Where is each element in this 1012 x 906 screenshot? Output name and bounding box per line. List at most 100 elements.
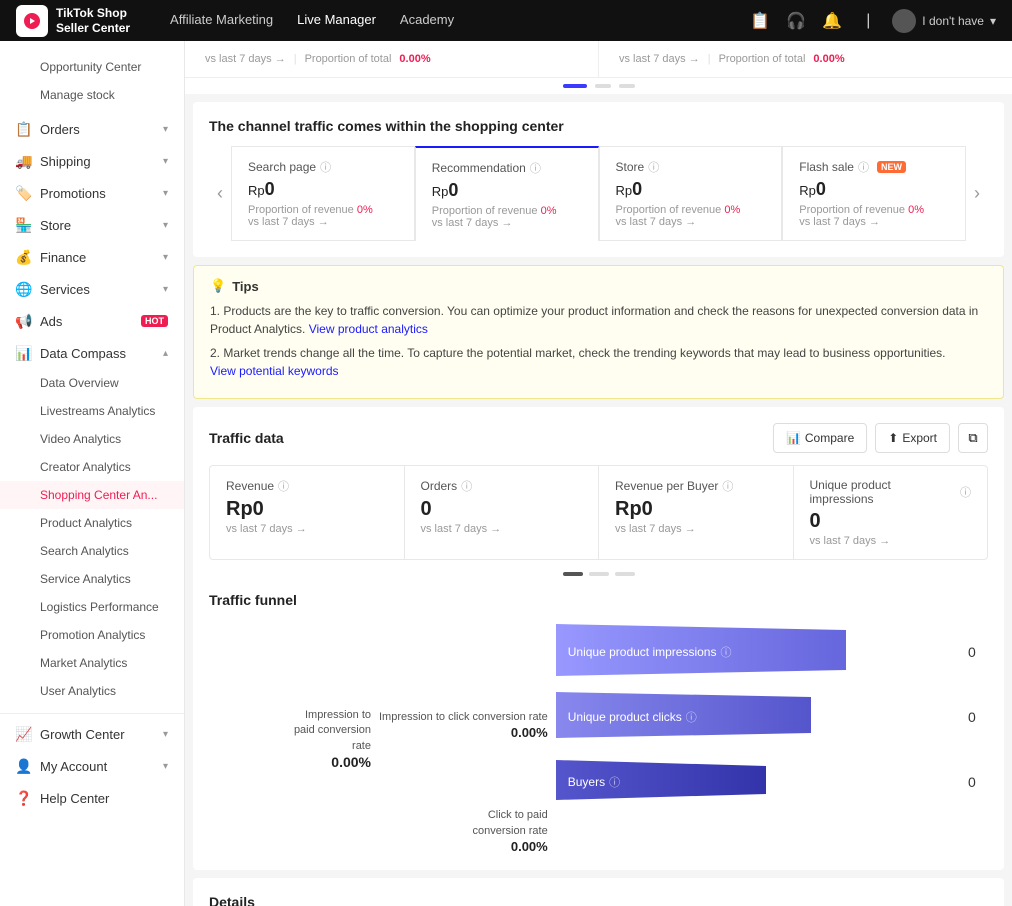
funnel-rate-1: 0.00% (209, 754, 371, 770)
headset-icon[interactable]: 🎧 (784, 9, 808, 33)
dot-indicator-1[interactable] (589, 572, 609, 576)
promotions-icon: 🏷️ (16, 185, 32, 201)
dot-indicators (209, 572, 988, 576)
main-content: vs last 7 days → | Proportion of total 0… (185, 41, 1012, 906)
compare-icon: 📊 (786, 431, 801, 445)
nav-right: 📋 🎧 🔔 | I don't have ▾ (748, 9, 996, 33)
sidebar-item-growth-center[interactable]: 📈 Growth Center ▾ (0, 713, 184, 750)
channel-traffic-title: The channel traffic comes within the sho… (209, 118, 988, 134)
sidebar-item-shipping[interactable]: 🚚 Shipping ▾ (0, 145, 184, 177)
channel-tab-flashsale[interactable]: Flash sale ⓘ NEW Rp0 Proportion of reven… (782, 146, 966, 241)
logo-area[interactable]: TikTok Shop Seller Center (16, 5, 130, 37)
sidebar-item-logistics-performance[interactable]: Logistics Performance (0, 593, 184, 621)
channel-next-arrow[interactable]: › (966, 146, 988, 241)
store-vs: vs last 7 days → (616, 216, 766, 228)
rec-vs: vs last 7 days → (432, 217, 582, 229)
chevron-down-icon: ▾ (990, 14, 996, 28)
bell-icon[interactable]: 🔔 (820, 9, 844, 33)
store-tab-info-icon[interactable]: ⓘ (648, 159, 659, 175)
sidebar-item-data-compass[interactable]: 📊 Data Compass ▴ (0, 337, 184, 369)
sidebar-item-promotions[interactable]: 🏷️ Promotions ▾ (0, 177, 184, 209)
sidebar-item-service-analytics[interactable]: Service Analytics (0, 565, 184, 593)
orders-label: Orders (421, 479, 458, 493)
data-compass-chevron-icon: ▴ (163, 348, 168, 359)
rec-info-icon[interactable]: ⓘ (530, 160, 541, 176)
sidebar-item-livestreams-analytics[interactable]: Livestreams Analytics (0, 397, 184, 425)
funnel-main-layout: Impression to click conversion rate 0.00… (379, 624, 988, 854)
notification-icon[interactable]: 📋 (748, 9, 772, 33)
channel-prev-arrow[interactable]: ‹ (209, 146, 231, 241)
rec-proportion: Proportion of revenue 0% (432, 205, 557, 217)
channel-tab-search[interactable]: Search page ⓘ Rp0 Proportion of revenue … (231, 146, 415, 241)
funnel-bar-3-label: Buyers ⓘ (568, 774, 620, 790)
view-potential-keywords-link[interactable]: View potential keywords (210, 364, 339, 378)
sidebar-item-shopping-center-an[interactable]: Shopping Center An... (0, 481, 184, 509)
nav-links: Affiliate Marketing Live Manager Academy (170, 8, 724, 33)
growth-center-icon: 📈 (16, 726, 32, 742)
flash-info-icon[interactable]: ⓘ (858, 159, 869, 175)
sidebar-item-my-account[interactable]: 👤 My Account ▾ (0, 750, 184, 782)
sidebar-item-data-overview[interactable]: Data Overview (0, 369, 184, 397)
sidebar-item-market-analytics[interactable]: Market Analytics (0, 649, 184, 677)
sidebar-item-search-analytics[interactable]: Search Analytics (0, 537, 184, 565)
sidebar-item-promotion-analytics[interactable]: Promotion Analytics (0, 621, 184, 649)
upi-label: Unique product impressions (810, 478, 957, 506)
user-avatar (892, 9, 916, 33)
nav-live-manager[interactable]: Live Manager (297, 8, 376, 33)
channel-tab-search-value: Rp0 (248, 179, 398, 200)
nav-affiliate-marketing[interactable]: Affiliate Marketing (170, 8, 273, 33)
services-icon: 🌐 (16, 281, 32, 297)
export-button[interactable]: ⬆ Export (875, 423, 950, 453)
sidebar-item-services[interactable]: 🌐 Services ▾ (0, 273, 184, 305)
data-compass-icon: 📊 (16, 345, 32, 361)
store-icon: 🏪 (16, 217, 32, 233)
metric-orders: Orders ⓘ 0 vs last 7 days → (405, 466, 600, 559)
revenue-info-icon[interactable]: ⓘ (278, 478, 289, 494)
tips-item-1: 1. Products are the key to traffic conve… (210, 302, 987, 338)
top-tab-dots (185, 78, 1012, 94)
bar2-info-icon[interactable]: ⓘ (686, 709, 697, 725)
dot-1 (595, 84, 611, 88)
copy-icon: ⧉ (968, 430, 977, 446)
channel-tab-recommendation[interactable]: Recommendation ⓘ Rp0 Proportion of reven… (415, 146, 599, 241)
sidebar-item-manage-stock[interactable]: Manage stock (0, 81, 184, 109)
user-area[interactable]: I don't have ▾ (892, 9, 996, 33)
channel-tab-store[interactable]: Store ⓘ Rp0 Proportion of revenue 0% vs … (599, 146, 783, 241)
nav-academy[interactable]: Academy (400, 8, 454, 33)
sidebar-item-creator-analytics[interactable]: Creator Analytics (0, 453, 184, 481)
bar3-info-icon[interactable]: ⓘ (609, 774, 620, 790)
metrics-row: Revenue ⓘ Rp0 vs last 7 days → Orders ⓘ … (209, 465, 988, 560)
compare-button[interactable]: 📊 Compare (773, 423, 867, 453)
sidebar-item-finance[interactable]: 💰 Finance ▾ (0, 241, 184, 273)
rpb-info-icon[interactable]: ⓘ (722, 478, 733, 494)
copy-button[interactable]: ⧉ (958, 423, 988, 453)
sidebar-item-video-analytics[interactable]: Video Analytics (0, 425, 184, 453)
details-section: Details 🔊 Want to know which search keyw… (193, 878, 1004, 906)
upi-info-icon[interactable]: ⓘ (960, 484, 971, 500)
sidebar-item-ads[interactable]: 📢 Ads HOT (0, 305, 184, 337)
export-icon: ⬆ (888, 431, 898, 445)
metric-revenue-per-buyer: Revenue per Buyer ⓘ Rp0 vs last 7 days → (599, 466, 794, 559)
sidebar-item-opportunity-center[interactable]: Opportunity Center (0, 53, 184, 81)
view-product-analytics-link[interactable]: View product analytics (309, 322, 428, 336)
ads-icon: 📢 (16, 313, 32, 329)
sidebar-item-user-analytics[interactable]: User Analytics (0, 677, 184, 705)
search-info-icon[interactable]: ⓘ (320, 159, 331, 175)
upi-vs: vs last 7 days → (810, 535, 972, 547)
sidebar-data-compass-label: Data Compass (40, 346, 155, 361)
dot-indicator-0[interactable] (563, 572, 583, 576)
store-chevron-icon: ▾ (163, 220, 168, 231)
orders-info-icon[interactable]: ⓘ (461, 478, 472, 494)
sidebar-item-orders[interactable]: 📋 Orders ▾ (0, 113, 184, 145)
sidebar-item-help-center[interactable]: ❓ Help Center (0, 782, 184, 814)
traffic-data-section: Traffic data 📊 Compare ⬆ Export ⧉ (193, 407, 1004, 870)
search-vs: vs last 7 days → (248, 216, 398, 228)
funnel-bar-row-1: Unique product impressions ⓘ 0 (556, 624, 988, 679)
dot-indicator-2[interactable] (615, 572, 635, 576)
sidebar-item-store[interactable]: 🏪 Store ▾ (0, 209, 184, 241)
sidebar-item-product-analytics[interactable]: Product Analytics (0, 509, 184, 537)
bar1-info-icon[interactable]: ⓘ (720, 644, 731, 660)
top-metric-1-vs: vs last 7 days → | Proportion of total 0… (205, 53, 578, 65)
revenue-value: Rp0 (226, 498, 388, 521)
rpb-label: Revenue per Buyer (615, 479, 718, 493)
